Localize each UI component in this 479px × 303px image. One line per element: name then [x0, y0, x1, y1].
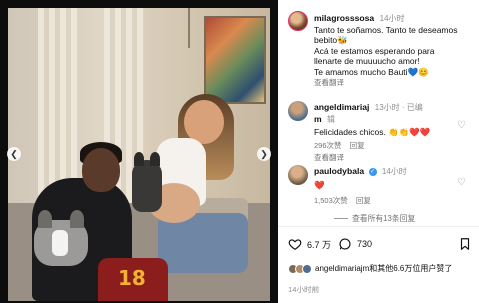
posted-time[interactable]: 14小时前 [288, 284, 319, 295]
caption-line: llenarte de muuuucho amor! [314, 56, 420, 67]
view-replies-link[interactable]: 查看所有13条回复 [334, 213, 415, 224]
chevron-left-icon[interactable]: ❮ [7, 147, 21, 161]
like-button[interactable]: 6.7 万 [288, 237, 331, 251]
see-translation-link[interactable]: 查看翻译 [314, 153, 454, 164]
photo-lamp [188, 8, 190, 48]
avatar[interactable] [288, 11, 308, 31]
view-replies-label: 查看所有13条回复 [352, 214, 416, 223]
photo-jersey: 18 [98, 258, 168, 301]
comment-likes[interactable]: 296次赞 [314, 141, 342, 150]
comment-time[interactable]: 14小时 [382, 167, 407, 176]
caption-line: Tanto te soñamos. Tanto te deseamos [314, 24, 458, 35]
avatar [302, 263, 312, 274]
comment-button[interactable]: 730 [338, 237, 372, 251]
like-count[interactable]: 6.7 万 [307, 238, 331, 251]
avatar[interactable] [288, 101, 308, 121]
reply-button[interactable]: 回复 [356, 196, 371, 205]
bookmark-icon [460, 238, 470, 250]
jersey-number: 18 [118, 266, 146, 290]
heart-icon[interactable]: ♡ [457, 121, 467, 131]
comment-text: ❤️ [314, 179, 325, 190]
caption-username[interactable]: milagrosssosa [314, 13, 374, 23]
photo-man-head [82, 148, 120, 192]
caption-time[interactable]: 14小时 [380, 14, 405, 23]
action-bar: 6.7 万 730 angeldimariajm和其他6.6万位用户赞了 14小… [278, 226, 479, 303]
photo-painting [204, 16, 266, 104]
heart-icon[interactable]: ♡ [457, 178, 467, 188]
caption-line: bebito🐝 [314, 35, 348, 46]
post-photo-frame: 18 ❮ ❯ [0, 0, 278, 303]
see-translation-link[interactable]: 查看翻译 [314, 78, 479, 89]
save-button[interactable] [458, 237, 472, 251]
comment-count[interactable]: 730 [357, 239, 372, 249]
post-photo[interactable]: 18 [8, 8, 270, 301]
photo-dog-dark [132, 152, 162, 212]
photo-dog-grey [34, 210, 88, 266]
caption-line: Acá te estamos esperando para [314, 45, 435, 56]
comment-username[interactable]: angeldimariaj [314, 102, 369, 112]
comment-username-tail[interactable]: m [314, 114, 322, 124]
comment-likes[interactable]: 1,503次赞 [314, 196, 348, 205]
comment-username[interactable]: paulodybala [314, 166, 364, 176]
comment-icon [339, 238, 351, 250]
heart-icon [288, 239, 302, 250]
comment-time[interactable]: 13小时 · 已编 [375, 103, 423, 112]
verified-badge-icon: ✓ [368, 167, 377, 176]
caption-line: Te amamos mucho Bauti💙😊 [314, 66, 429, 77]
comment-text: Felicidades chicos. 👏👏❤️❤️ [314, 127, 431, 138]
comment-time-tail: 辑 [327, 114, 336, 124]
chevron-right-icon[interactable]: ❯ [257, 147, 271, 161]
avatar[interactable] [288, 165, 308, 185]
comments-panel: milagrosssosa 14小时 Tanto te soñamos. Tan… [278, 0, 479, 303]
liked-by[interactable]: angeldimariajm和其他6.6万位用户赞了 [288, 263, 452, 274]
liked-by-text: angeldimariajm和其他6.6万位用户赞了 [315, 264, 453, 273]
reply-button[interactable]: 回复 [350, 141, 365, 150]
